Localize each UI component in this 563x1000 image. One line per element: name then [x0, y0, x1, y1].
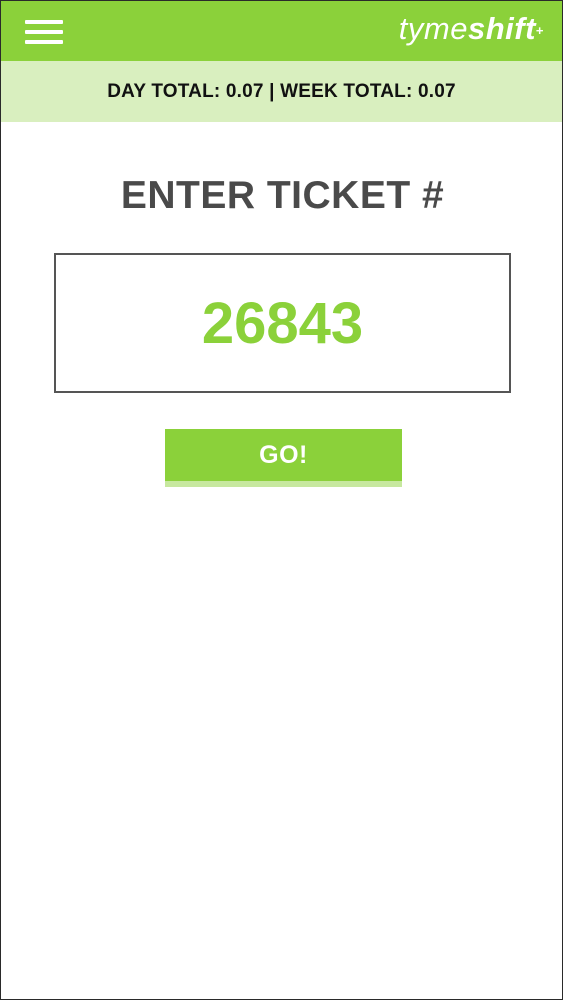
- tymeshift-logo: tymeshift+: [399, 11, 544, 47]
- logo-plus-mark: +: [535, 23, 544, 38]
- go-button[interactable]: GO!: [165, 429, 402, 487]
- hamburger-menu-icon[interactable]: [25, 20, 63, 46]
- totals-text: DAY TOTAL: 0.07 | WEEK TOTAL: 0.07: [107, 80, 456, 102]
- menu-bar: [25, 30, 63, 34]
- logo-text-bold: shift: [467, 11, 536, 46]
- app-header: tymeshift+: [1, 1, 562, 61]
- page-title: ENTER TICKET #: [120, 174, 445, 217]
- logo-text-light: tyme: [398, 11, 468, 46]
- app-screen: tymeshift+ DAY TOTAL: 0.07 | WEEK TOTAL:…: [0, 0, 563, 1000]
- ticket-field: [54, 253, 511, 393]
- menu-bar: [25, 20, 63, 24]
- menu-bar: [25, 40, 63, 44]
- ticket-number-input[interactable]: [56, 255, 509, 391]
- totals-bar: DAY TOTAL: 0.07 | WEEK TOTAL: 0.07: [1, 61, 562, 122]
